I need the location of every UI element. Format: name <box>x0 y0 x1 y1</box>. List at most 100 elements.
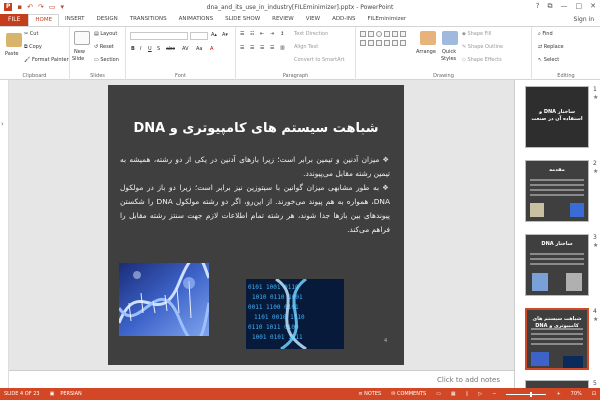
change-case-icon[interactable]: Aa <box>196 46 202 52</box>
language-indicator[interactable]: PERSIAN <box>60 391 81 397</box>
select-button[interactable]: ↖ Select <box>538 57 559 63</box>
character-spacing-icon[interactable]: AV <box>182 46 189 52</box>
bold-icon[interactable]: B <box>131 46 135 52</box>
underline-icon[interactable]: U <box>148 46 152 52</box>
format-painter-button[interactable]: 🖌 Format Painter <box>24 57 69 63</box>
binary-dna-image[interactable]: 0101 1001 0110 1010 0110 1001 0011 1100 … <box>246 279 344 349</box>
callout-shape-icon[interactable] <box>376 40 382 46</box>
increase-indent-icon[interactable]: ⇥ <box>270 31 274 37</box>
maximize-button[interactable]: □ <box>576 2 583 11</box>
dna-helix-image[interactable] <box>119 263 209 336</box>
shadow-icon[interactable]: S <box>157 46 160 52</box>
new-slide-button-line2[interactable]: Slide <box>72 56 84 62</box>
zoom-out-icon[interactable]: − <box>492 391 496 397</box>
convert-smartart-button[interactable]: Convert to SmartArt <box>294 57 345 63</box>
grow-font-icon[interactable]: A▴ <box>211 32 217 38</box>
zoom-level[interactable]: 70% <box>571 391 582 397</box>
tab-fileminimizer[interactable]: FILEminimizer <box>362 14 413 26</box>
find-button[interactable]: ⌕ Find <box>538 31 553 37</box>
zoom-in-icon[interactable]: + <box>556 391 560 397</box>
line-shape-icon[interactable] <box>392 31 398 37</box>
arrow-shape-icon[interactable] <box>400 31 406 37</box>
paste-button[interactable]: Paste <box>5 51 19 57</box>
zoom-slider-thumb[interactable] <box>530 391 533 397</box>
font-name-combobox[interactable] <box>130 32 188 40</box>
new-slide-button[interactable]: New <box>74 49 85 55</box>
tab-insert[interactable]: INSERT <box>59 14 90 26</box>
numbering-icon[interactable]: ☷ <box>250 31 254 37</box>
justify-icon[interactable]: ☰ <box>270 45 274 51</box>
cut-button[interactable]: ✂ Cut <box>24 31 38 37</box>
notes-placeholder[interactable]: Click to add notes <box>437 376 500 384</box>
arrange-icon[interactable] <box>420 31 436 45</box>
bullets-icon[interactable]: ☰ <box>240 31 244 37</box>
align-text-button[interactable]: Align Text <box>294 44 318 50</box>
ribbon-display-button[interactable]: ⧉ <box>548 2 553 11</box>
notes-pane[interactable]: Click to add notes <box>9 370 514 388</box>
help-button[interactable]: ? <box>536 2 540 11</box>
slide-thumbnail-5[interactable] <box>525 380 589 388</box>
close-button[interactable]: ✕ <box>590 2 596 11</box>
paste-icon[interactable] <box>6 33 22 47</box>
slide-title[interactable]: شباهت سیستم های کامپیوتری و DNA <box>118 121 394 136</box>
copy-button[interactable]: ⧉ Copy <box>24 44 42 50</box>
slideshow-icon[interactable]: ▷ <box>478 391 482 397</box>
minimize-button[interactable]: — <box>561 2 568 11</box>
collapsed-outline-pane[interactable]: › <box>0 80 9 388</box>
shape-outline-button[interactable]: ✎ Shape Outline <box>462 44 503 50</box>
section-button[interactable]: ▭ Section <box>94 57 119 63</box>
tab-design[interactable]: DESIGN <box>91 14 124 26</box>
oval-shape-icon[interactable] <box>376 31 382 37</box>
quick-styles-button-line2[interactable]: Styles <box>441 56 456 62</box>
shapes-gallery[interactable] <box>360 31 414 65</box>
rectangle-shape-icon[interactable] <box>368 31 374 37</box>
block-arrow-icon[interactable] <box>360 40 366 46</box>
fit-slide-icon[interactable]: ⊡ <box>592 391 596 397</box>
star-shape-icon[interactable] <box>368 40 374 46</box>
reading-view-icon[interactable]: ▯ <box>466 391 469 397</box>
notes-button[interactable]: ≡ NOTES <box>358 391 381 397</box>
shape-fill-button[interactable]: ◆ Shape Fill <box>462 31 491 37</box>
tab-file[interactable]: FILE <box>0 14 29 26</box>
tab-review[interactable]: REVIEW <box>266 14 300 26</box>
proofing-icon[interactable]: ▣ <box>50 391 55 397</box>
text-direction-button[interactable]: Text Direction <box>294 31 328 37</box>
quick-styles-icon[interactable] <box>442 31 458 45</box>
slide-thumbnail-4[interactable]: شباهت سیستم های کامپیوتری و DNA <box>525 308 589 370</box>
align-left-icon[interactable]: ☰ <box>240 45 244 51</box>
align-center-icon[interactable]: ☰ <box>250 45 254 51</box>
tab-add-ins[interactable]: ADD-INS <box>326 14 361 26</box>
normal-view-icon[interactable]: ▭ <box>436 391 441 397</box>
more-shapes-icon[interactable] <box>400 40 406 46</box>
textbox-shape-icon[interactable] <box>360 31 366 37</box>
italic-icon[interactable]: I <box>140 46 141 52</box>
align-right-icon[interactable]: ☰ <box>260 45 264 51</box>
tab-view[interactable]: VIEW <box>300 14 326 26</box>
shape-effects-button[interactable]: ◇ Shape Effects <box>462 57 502 63</box>
decrease-indent-icon[interactable]: ⇤ <box>260 31 264 37</box>
tab-slide-show[interactable]: SLIDE SHOW <box>219 14 266 26</box>
slide-sorter-icon[interactable]: ▦ <box>451 391 456 397</box>
arrange-button[interactable]: Arrange <box>416 49 436 55</box>
strikethrough-icon[interactable]: abc <box>166 46 175 52</box>
slide-body[interactable]: ❖میزان آدنین و تیمین برابر است؛ زیرا باز… <box>120 153 390 237</box>
shrink-font-icon[interactable]: A▾ <box>222 32 228 38</box>
tab-transitions[interactable]: TRANSITIONS <box>124 14 173 26</box>
flowchart-shape-icon[interactable] <box>392 40 398 46</box>
tab-home[interactable]: HOME <box>28 14 60 26</box>
triangle-shape-icon[interactable] <box>384 31 390 37</box>
font-size-combobox[interactable] <box>190 32 208 40</box>
comments-button[interactable]: ✉ COMMENTS <box>391 391 426 397</box>
slide-thumbnails-pane[interactable]: 1 ★ ساختار DNA و استفاده آن در صنعت 2 ★ … <box>514 80 600 388</box>
new-slide-icon[interactable] <box>74 31 90 45</box>
brace-shape-icon[interactable] <box>384 40 390 46</box>
tab-animations[interactable]: ANIMATIONS <box>173 14 220 26</box>
expand-pane-icon[interactable]: › <box>1 120 4 128</box>
columns-icon[interactable]: ▥ <box>280 45 285 51</box>
sign-in-link[interactable]: Sign in <box>568 14 600 26</box>
quick-styles-button[interactable]: Quick <box>442 49 456 55</box>
layout-button[interactable]: ▤ Layout <box>94 31 117 37</box>
slide-thumbnail-1[interactable]: ساختار DNA و استفاده آن در صنعت <box>525 86 589 148</box>
font-color-icon[interactable]: A <box>210 46 213 52</box>
reset-button[interactable]: ↺ Reset <box>94 44 114 50</box>
